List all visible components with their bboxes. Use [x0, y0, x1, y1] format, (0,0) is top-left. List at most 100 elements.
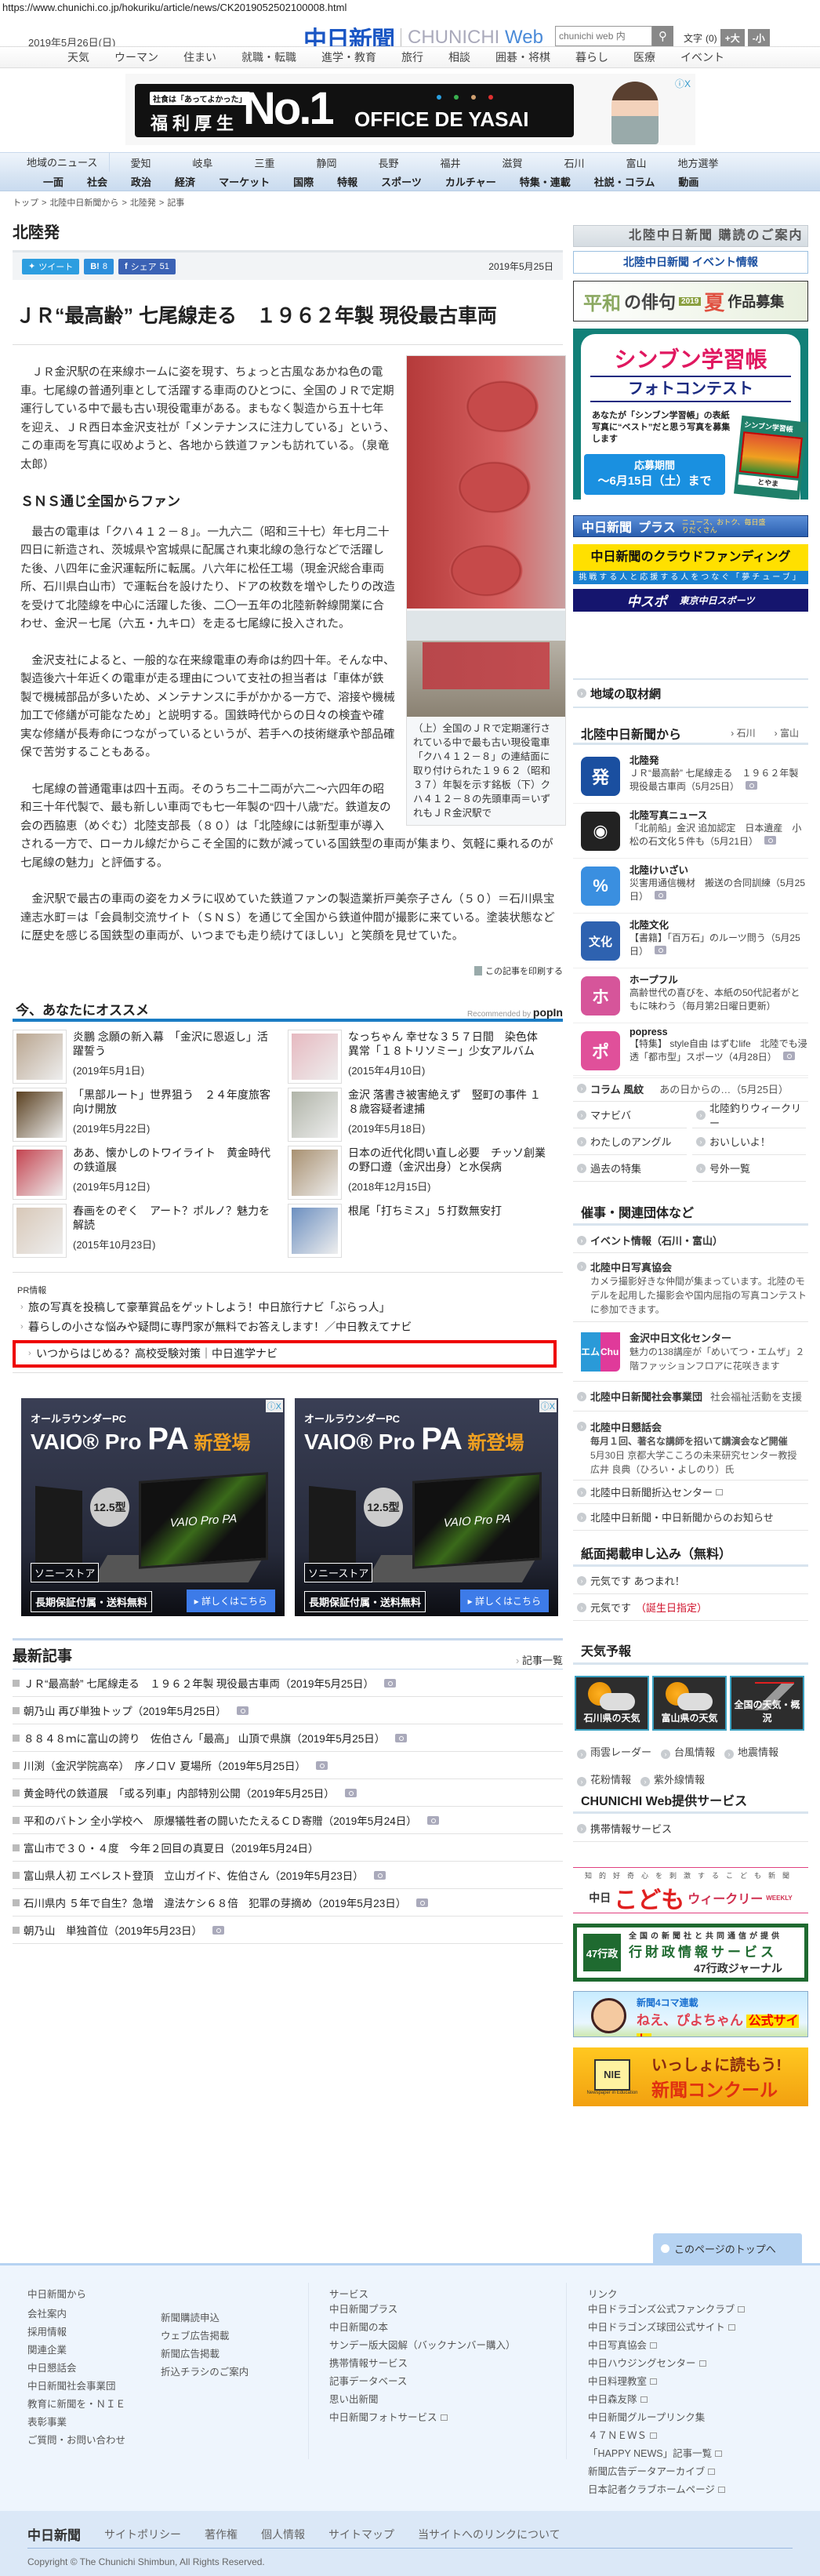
footer-link[interactable]: 中日料理教室: [588, 2373, 745, 2391]
haiku-banner[interactable]: 平和 の俳句 2019 夏作品募集: [573, 281, 808, 322]
train-photo[interactable]: [407, 611, 565, 717]
category-nav-item[interactable]: 社会: [75, 174, 119, 189]
feature-link[interactable]: › 北陸釣りウィークリー: [692, 1102, 806, 1129]
pr-link[interactable]: 旅の写真を投稿して豪華賞品をゲットしよう！中日旅行ナビ「ぶらっ人」: [13, 1298, 563, 1317]
nie-banner[interactable]: NIE Newspaper in Education いっしょに読もう! 新聞コンクー…: [573, 2047, 808, 2106]
hokuriku-item[interactable]: ホホープフル 高齢世代の喜びを、本紙の50代記者がともに味わう（毎月第2日曜日更新…: [573, 968, 808, 1023]
vaio-ad[interactable]: オールラウンダーPC VAIO® Pro PA 新登場 12.5型 VAIO Pro …: [295, 1398, 558, 1616]
footer-link[interactable]: サンデー版大図解（バックナンバー購入）: [329, 2337, 516, 2355]
footer-bar-link[interactable]: サイトポリシー: [104, 2527, 181, 2542]
recommend-item[interactable]: 根尾「打ちミス」５打数無安打: [288, 1204, 563, 1262]
ad-close-icon[interactable]: ⓘX: [675, 77, 691, 90]
footer-link[interactable]: 教育に新聞を・ＮＩＥ: [27, 2396, 125, 2414]
weather-tile[interactable]: 富山県の天気: [652, 1676, 727, 1731]
feature-link[interactable]: › マナビバ: [573, 1102, 687, 1128]
weather-link[interactable]: › 雨雲レーダー: [577, 1744, 651, 1759]
footer-link[interactable]: 中日新聞社会事業団: [27, 2378, 125, 2396]
latest-item[interactable]: ＪＲ“最高齢” 七尾線走る １９６２年製 現役最古車両（2019年5月25日）: [13, 1669, 563, 1697]
footer-link[interactable]: 中日新聞フォトサービス: [329, 2409, 516, 2427]
footer-link[interactable]: 中日新聞グループリンク集: [588, 2409, 745, 2427]
ad-cta-button[interactable]: ▸ 詳しくはこちら: [459, 1590, 549, 1612]
category-nav-item[interactable]: 特集・連載: [508, 174, 582, 189]
footer-link[interactable]: 中日新聞プラス: [329, 2301, 516, 2319]
hokuriku-item[interactable]: ◉ 北陸写真ニュース 「北前船」金沢 追加認定 日本遺産 小松の石文化５件も（5月2…: [573, 804, 808, 859]
notice-link[interactable]: › 北陸中日新聞・中日新聞からのお知らせ: [573, 1504, 808, 1531]
category-nav-item[interactable]: 動画: [666, 174, 710, 189]
feature-link[interactable]: › わたしのアングル: [573, 1128, 687, 1155]
hokuriku-item[interactable]: ポ popress 【特集】 style自由 はずむlife 北陸でも浸透「都市型」…: [573, 1023, 808, 1078]
kodomo-weekly-banner[interactable]: 知的好奇心を刺激するこども新聞 中日 こども ウィークリー WEEKLY: [573, 1867, 808, 1913]
breadcrumb-item[interactable]: トップ: [13, 198, 38, 208]
photo-association-link[interactable]: › 北陸中日写真協会 カメラ撮影好きな仲間が集まっています。北陸のモデルを起用した撮…: [573, 1253, 808, 1322]
genki-link[interactable]: › 元気です あつまれ！: [573, 1568, 808, 1594]
hokuriku-item[interactable]: 発北陸発 ＪＲ“最高齢” 七尾線走る １９６２年製 現役最古車両（5月25日）: [573, 749, 808, 804]
font-bigger-button[interactable]: +大: [720, 29, 745, 47]
recommend-item[interactable]: 炎鵬 念願の新入幕 「金沢に恩返し」活躍誓う (2019年5月1日): [13, 1030, 288, 1088]
category-nav-item[interactable]: カルチャー: [434, 174, 508, 189]
hokuriku-item[interactable]: % 北陸けいざい 災害用通信機材 搬送の合同訓練（5月25日）: [573, 859, 808, 914]
recommend-item[interactable]: ああ、懐かしのトワイライト 黄金時代の鉄道展 (2019年5月12日): [13, 1146, 288, 1204]
latest-item[interactable]: 石川県内 ５年で自生？急増 違法ケシ６８倍 犯罪の芽摘め（2019年5月23日）: [13, 1889, 563, 1917]
vaio-ad[interactable]: オールラウンダーPC VAIO® Pro PA 新登場 12.5型 VAIO Pro …: [21, 1398, 285, 1616]
footer-link[interactable]: 中日ドラゴンズ公式ファンクラブ: [588, 2301, 746, 2319]
category-nav-item[interactable]: スポーツ: [369, 174, 434, 189]
latest-item[interactable]: 黄金時代の鉄道展 「或る列車」内部特別公開（2019年5月25日）: [13, 1779, 563, 1807]
recommend-credit[interactable]: Recommended by popIn: [467, 1006, 563, 1019]
latest-item[interactable]: 朝乃山 単独首位（2019年5月23日）: [13, 1917, 563, 1944]
recommend-item[interactable]: 金沢 落書き被害絶えず 竪町の事件 １８歳容疑者逮捕 (2019年5月18日): [288, 1088, 563, 1146]
footer-link[interactable]: 中日懇話会: [27, 2360, 125, 2378]
footer-link[interactable]: 新聞広告データアーカイブ: [588, 2463, 745, 2481]
weather-link[interactable]: › 地震情報: [724, 1744, 778, 1759]
footer-link[interactable]: 中日森友隊: [588, 2391, 745, 2409]
nameplate-photo[interactable]: [407, 356, 565, 609]
top-nav-item[interactable]: 天気: [55, 47, 102, 67]
ishikawa-link[interactable]: › 石川: [731, 726, 755, 739]
event-info-banner[interactable]: 北陸中日新聞 イベント情報: [573, 251, 808, 274]
feature-link[interactable]: › 号外一覧: [692, 1155, 806, 1182]
category-nav-item[interactable]: 特報: [325, 174, 369, 189]
ad-close-icon[interactable]: ⓘX: [539, 1400, 557, 1412]
region-nav-item[interactable]: 滋賀: [481, 155, 543, 170]
top-nav-item[interactable]: イベント: [668, 47, 737, 67]
region-nav-item[interactable]: 岐阜: [172, 155, 234, 170]
region-nav-item[interactable]: 静岡: [296, 155, 357, 170]
subscription-banner[interactable]: 北陸中日新聞 購読のご案内: [573, 225, 808, 247]
region-nav-item[interactable]: 福井: [419, 155, 481, 170]
top-nav-item[interactable]: 暮らし: [563, 47, 621, 67]
forum-link[interactable]: › 北陸中日懇話会 毎月１回、著名な講師を招いて講演会など開催 5月30日 京都大学こ…: [573, 1412, 808, 1481]
insert-center-link[interactable]: › 北陸中日新聞折込センター: [573, 1481, 808, 1504]
top-nav-item[interactable]: ウーマン: [102, 47, 171, 67]
category-nav-item[interactable]: 社説・コラム: [582, 174, 667, 189]
footer-link[interactable]: 表彰事業: [27, 2414, 125, 2432]
feature-link[interactable]: › 過去の特集: [573, 1155, 687, 1182]
top-nav-item[interactable]: 住まい: [171, 47, 229, 67]
footer-link[interactable]: 思い出新聞: [329, 2391, 516, 2409]
genki-birthday-link[interactable]: › 元気です （誕生日指定）: [573, 1594, 808, 1621]
breadcrumb-item[interactable]: 北陸発: [130, 198, 156, 208]
pr-link[interactable]: 暮らしの小さな悩みや疑問に専門家が無料でお答えします！／中日教えてナビ: [13, 1317, 563, 1337]
column-link[interactable]: › コラム 風紋 あの日からの…（5月25日）: [573, 1075, 808, 1102]
category-nav-item[interactable]: 政治: [119, 174, 163, 189]
event-info-link[interactable]: › イベント情報（石川・富山）: [573, 1228, 808, 1253]
footer-link[interactable]: 中日ドラゴンズ球団公式サイト: [588, 2319, 745, 2337]
footer-link[interactable]: 新聞購読申込: [161, 2309, 249, 2327]
category-nav-item[interactable]: 一面: [31, 174, 75, 189]
recommend-item[interactable]: なっちゃん 幸せな３５７日間 染色体異常「１８トリソミー」少女アルバム (2015…: [288, 1030, 563, 1088]
facebook-share-button[interactable]: f シェア 51: [118, 258, 176, 274]
article-list-link[interactable]: 記事一覧: [516, 1652, 563, 1667]
top-ad-banner[interactable]: 社食は「あってよかった」 福利厚生 No.1 OFFICE DE YASAI ⓘ…: [125, 74, 695, 145]
breadcrumb-item[interactable]: 北陸中日新聞から: [49, 198, 118, 208]
feature-link[interactable]: › おいしいよ！: [692, 1128, 806, 1155]
footer-link[interactable]: 中日ハウジングセンター: [588, 2355, 745, 2373]
footer-link[interactable]: 新聞広告掲載: [161, 2345, 249, 2363]
weather-link[interactable]: › 花粉情報: [577, 1771, 631, 1786]
weather-tile[interactable]: 石川県の天気: [575, 1676, 649, 1731]
footer-link[interactable]: ご質問・お問い合わせ: [27, 2432, 125, 2450]
regional-network-link[interactable]: › 地域の取材網: [573, 678, 808, 708]
region-nav-item[interactable]: 長野: [357, 155, 419, 170]
footer-link[interactable]: 記事データベース: [329, 2373, 516, 2391]
footer-link[interactable]: 中日新聞の本: [329, 2319, 516, 2337]
footer-link[interactable]: 携帯情報サービス: [329, 2355, 516, 2373]
shinbun-gakushucho-ad[interactable]: シンブン学習帳 フォトコンテスト あなたが「シンブン学習帳」の表紙写真に“ベスト…: [573, 329, 808, 500]
latest-item[interactable]: 平和のバトン 全小学校へ 原爆犠牲者の闘いたたえるＣＤ寄贈（2019年5月24日…: [13, 1807, 563, 1834]
